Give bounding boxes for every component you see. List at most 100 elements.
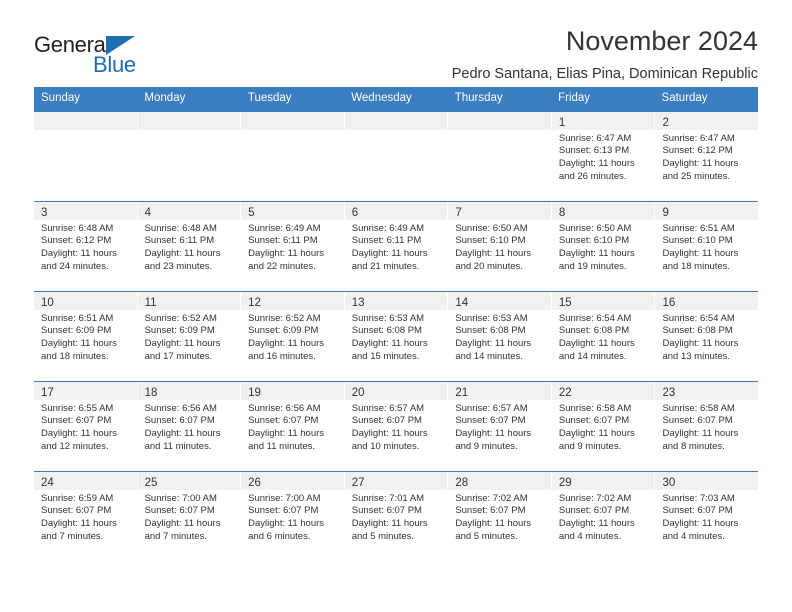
calendar-day-cell[interactable]: 12 Sunrise: 6:52 AM Sunset: 6:09 PM Dayligh… [241,291,345,381]
day-details: Sunrise: 7:00 AM Sunset: 6:07 PM Daylight:… [138,490,241,543]
logo-text-blue: Blue [93,52,136,77]
day-number-band: 19 [241,381,344,400]
day-detail-line: Sunrise: 6:51 AM [662,222,735,234]
day-detail-line: Sunrise: 7:02 AM [455,492,528,504]
calendar-day-cell[interactable]: 7 Sunrise: 6:50 AM Sunset: 6:10 PM Daylight… [448,201,552,291]
day-detail-line: and 18 minutes. [41,350,109,362]
day-detail-line: Sunset: 6:07 PM [41,415,112,427]
day-details: Sunrise: 7:01 AM Sunset: 6:07 PM Daylight:… [345,490,448,543]
calendar-day-cell[interactable]: 18 Sunrise: 6:56 AM Sunset: 6:07 PM Dayligh… [137,381,242,471]
day-detail-line: Sunrise: 7:03 AM [662,492,735,504]
calendar-day-cell[interactable]: 30 Sunrise: 7:03 AM Sunset: 6:07 PM Dayligh… [655,471,759,561]
calendar-day-cell[interactable]: 8 Sunrise: 6:50 AM Sunset: 6:10 PM Daylight… [551,201,656,291]
calendar-day-cell[interactable]: 17 Sunrise: 6:55 AM Sunset: 6:07 PM Dayligh… [34,381,138,471]
day-detail-line: Sunset: 6:07 PM [144,415,215,427]
day-detail-line: Sunset: 6:07 PM [662,505,733,517]
day-details: Sunrise: 6:58 AM Sunset: 6:07 PM Daylight:… [655,400,758,453]
calendar-day-cell[interactable]: 15 Sunrise: 6:54 AM Sunset: 6:08 PM Dayligh… [551,291,656,381]
calendar-day-cell-empty [137,111,242,201]
day-detail-line: Sunset: 6:08 PM [558,325,630,337]
day-detail-line: Sunrise: 6:52 AM [248,312,321,324]
calendar-day-cell[interactable]: 16 Sunrise: 6:54 AM Sunset: 6:08 PM Dayligh… [655,291,759,381]
calendar-week-row: 24 Sunrise: 6:59 AM Sunset: 6:07 PM Dayligh… [34,470,759,561]
calendar-day-cell[interactable]: 9 Sunrise: 6:51 AM Sunset: 6:10 PM Daylight… [655,201,759,291]
weekday-header-monday: Monday [144,92,186,104]
day-detail-line: Daylight: 11 hours [248,427,325,439]
day-number-band: 9 [655,201,759,220]
calendar-day-cell[interactable]: 27 Sunrise: 7:01 AM Sunset: 6:07 PM Dayligh… [344,471,449,561]
day-details: Sunrise: 6:56 AM Sunset: 6:07 PM Daylight:… [241,400,344,453]
weekday-header-tuesday: Tuesday [247,92,292,104]
day-detail-line: and 14 minutes. [455,350,523,362]
calendar-day-cell[interactable]: 29 Sunrise: 7:02 AM Sunset: 6:07 PM Dayligh… [551,471,656,561]
calendar-day-cell[interactable]: 10 Sunrise: 6:51 AM Sunset: 6:09 PM Dayligh… [34,291,138,381]
day-detail-line: Sunset: 6:07 PM [351,415,422,427]
day-detail-line: and 9 minutes. [558,440,622,452]
day-detail-line: Sunset: 6:07 PM [351,505,422,517]
day-detail-line: and 19 minutes. [558,260,627,272]
calendar-day-cell[interactable]: 26 Sunrise: 7:00 AM Sunset: 6:07 PM Dayligh… [241,471,345,561]
calendar-day-cell[interactable]: 24 Sunrise: 6:59 AM Sunset: 6:07 PM Dayligh… [34,471,138,561]
day-detail-line: Sunrise: 6:58 AM [558,402,632,414]
day-detail-line: Daylight: 11 hours [41,427,117,439]
day-detail-line: Sunrise: 6:48 AM [144,222,217,234]
day-detail-line: Sunrise: 6:50 AM [558,222,632,234]
day-details: Sunrise: 6:47 AM Sunset: 6:13 PM Daylight:… [552,130,655,183]
calendar-day-cell[interactable]: 6 Sunrise: 6:49 AM Sunset: 6:11 PM Daylight… [344,201,449,291]
day-detail-line: and 11 minutes. [144,440,212,452]
calendar-day-cell[interactable]: 25 Sunrise: 7:00 AM Sunset: 6:07 PM Dayligh… [137,471,242,561]
calendar-day-cell[interactable]: 11 Sunrise: 6:52 AM Sunset: 6:09 PM Dayligh… [137,291,242,381]
day-details: Sunrise: 6:47 AM Sunset: 6:12 PM Daylight:… [655,130,758,183]
calendar-day-cell[interactable]: 13 Sunrise: 6:53 AM Sunset: 6:08 PM Dayligh… [344,291,449,381]
day-detail-line: and 25 minutes. [662,170,731,182]
day-detail-line: and 14 minutes. [558,350,627,362]
day-detail-line: Sunrise: 6:53 AM [351,312,425,324]
calendar-day-cell[interactable]: 5 Sunrise: 6:49 AM Sunset: 6:11 PM Daylight… [241,201,345,291]
day-detail-line: Daylight: 11 hours [662,517,739,529]
day-details: Sunrise: 6:56 AM Sunset: 6:07 PM Daylight:… [138,400,241,453]
day-number: 4 [144,206,151,219]
day-detail-line: Daylight: 11 hours [351,517,428,529]
generalblue-logo[interactable]: General Blue [34,32,164,78]
day-details: Sunrise: 6:49 AM Sunset: 6:11 PM Daylight:… [241,220,344,273]
calendar-day-cell[interactable]: 2 Sunrise: 6:47 AM Sunset: 6:12 PM Daylight… [655,111,759,201]
day-number-band [137,111,241,130]
calendar-day-cell[interactable]: 23 Sunrise: 6:58 AM Sunset: 6:07 PM Dayligh… [655,381,759,471]
day-number: 23 [662,386,676,399]
day-details: Sunrise: 6:59 AM Sunset: 6:07 PM Daylight:… [34,490,137,543]
day-number: 29 [558,476,572,489]
day-number-band: 1 [551,111,655,130]
calendar-day-cell[interactable]: 3 Sunrise: 6:48 AM Sunset: 6:12 PM Daylight… [34,201,138,291]
day-detail-line: and 15 minutes. [351,350,420,362]
day-number: 9 [662,206,669,219]
day-number-band: 4 [137,201,241,220]
calendar-day-cell[interactable]: 1 Sunrise: 6:47 AM Sunset: 6:13 PM Daylight… [551,111,656,201]
day-details [138,130,241,133]
day-number-band: 7 [448,201,551,220]
calendar-weeks: 1 Sunrise: 6:47 AM Sunset: 6:13 PM Daylight… [34,111,759,561]
day-detail-line: Sunrise: 6:49 AM [248,222,321,234]
calendar-day-cell[interactable]: 21 Sunrise: 6:57 AM Sunset: 6:07 PM Dayligh… [448,381,552,471]
day-detail-line: Daylight: 11 hours [558,337,635,349]
weekday-header-sunday: Sunday [41,92,81,104]
calendar-day-cell[interactable]: 4 Sunrise: 6:48 AM Sunset: 6:11 PM Daylight… [137,201,242,291]
calendar-day-cell-empty [34,111,138,201]
day-number-band: 11 [137,291,241,310]
calendar-day-cell[interactable]: 19 Sunrise: 6:56 AM Sunset: 6:07 PM Dayligh… [241,381,345,471]
day-detail-line: and 20 minutes. [455,260,523,272]
calendar-day-cell[interactable]: 28 Sunrise: 7:02 AM Sunset: 6:07 PM Dayligh… [448,471,552,561]
day-detail-line: and 13 minutes. [662,350,731,362]
calendar-day-cell[interactable]: 22 Sunrise: 6:58 AM Sunset: 6:07 PM Dayligh… [551,381,656,471]
day-number-band: 13 [344,291,448,310]
day-number: 7 [455,206,462,219]
day-detail-line: and 5 minutes. [351,530,415,542]
day-number-band [241,111,344,130]
calendar-day-cell[interactable]: 14 Sunrise: 6:53 AM Sunset: 6:08 PM Dayligh… [448,291,552,381]
day-number-band: 27 [344,471,448,490]
day-number-band: 8 [551,201,655,220]
day-number-band: 22 [551,381,655,400]
day-number: 8 [558,206,566,219]
day-number-band: 25 [137,471,241,490]
day-details: Sunrise: 6:55 AM Sunset: 6:07 PM Daylight:… [34,400,137,453]
calendar-day-cell[interactable]: 20 Sunrise: 6:57 AM Sunset: 6:07 PM Dayligh… [344,381,449,471]
